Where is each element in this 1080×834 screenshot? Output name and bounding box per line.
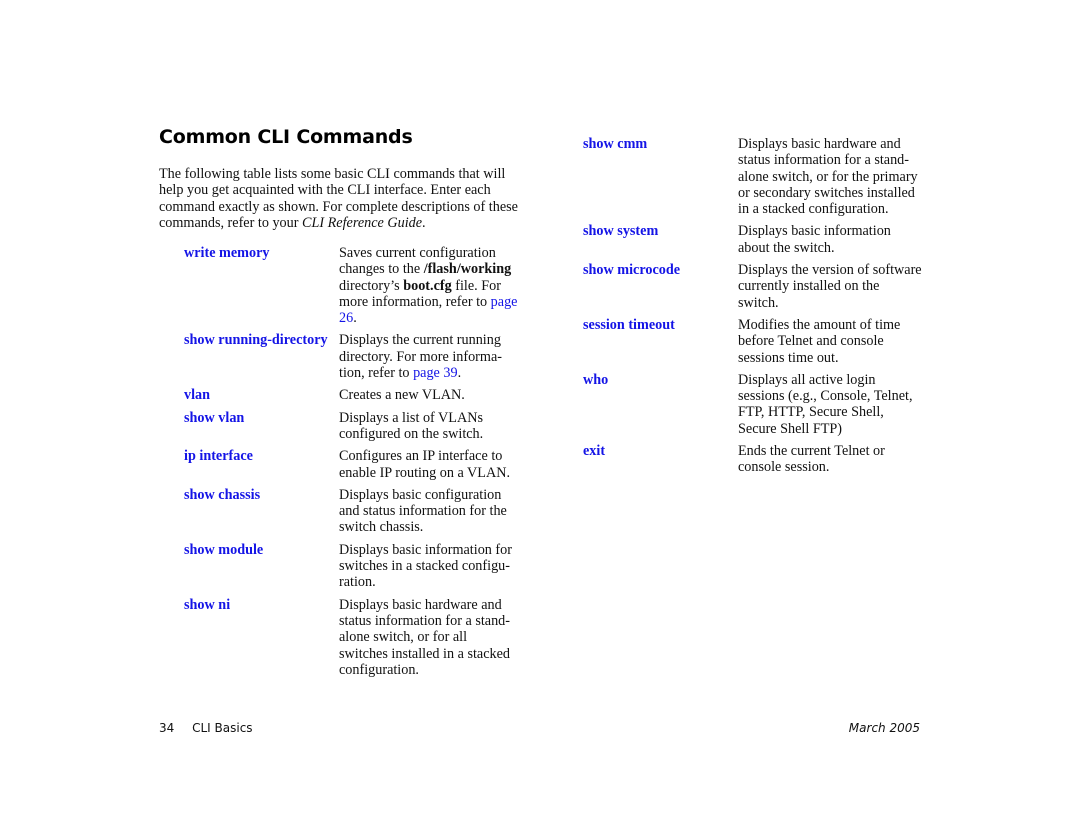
command-row: show cmm Displays basic hardware and stat… xyxy=(583,136,923,217)
command-name: write memory xyxy=(184,245,270,261)
command-row: show chassis Displays basic configuration… xyxy=(184,487,519,536)
command-list-left: write memory Saves current configuration … xyxy=(184,245,519,684)
command-row: show microcode Displays the version of so… xyxy=(583,262,923,311)
command-row: show ni Displays basic hardware and statu… xyxy=(184,597,519,678)
path-term: /flash/working xyxy=(423,261,512,278)
command-row: ip interface Configures an IP interface t… xyxy=(184,448,519,481)
command-description: Configures an IP interface to enable IP … xyxy=(339,448,511,481)
command-description: Displays the version of software current… xyxy=(738,262,922,311)
page-title: Common CLI Commands xyxy=(159,126,413,148)
command-name: vlan xyxy=(184,387,211,404)
command-row: exit Ends the current Telnet or console s… xyxy=(583,443,923,476)
command-row: show vlan Displays a list of VLANs config… xyxy=(184,410,519,443)
command-name: show ni xyxy=(184,596,231,613)
command-description: Displays the current running directory. … xyxy=(339,332,502,382)
footer-date: March 2005 xyxy=(848,721,920,735)
command-description: Displays basic configuration and status … xyxy=(339,486,507,536)
intro-end: . xyxy=(422,214,426,231)
command-name: who xyxy=(583,371,609,388)
command-name: show vlan xyxy=(184,409,245,426)
command-name: show chassis xyxy=(184,486,261,503)
command-name: show cmm xyxy=(583,136,648,152)
command-row: show system Displays basic information ab… xyxy=(583,223,923,256)
command-name: show module xyxy=(184,541,264,558)
command-description: Displays basic information about the swi… xyxy=(738,223,891,256)
command-description: Ends the current Telnet or console sessi… xyxy=(738,443,885,476)
command-description: Displays a list of VLANs configured on t… xyxy=(339,409,484,442)
section-name: CLI Basics xyxy=(192,721,253,735)
page-number: 34 xyxy=(159,721,175,735)
command-name: show microcode xyxy=(583,262,681,279)
command-name: exit xyxy=(583,443,606,460)
command-description: Displays all active login sessions (e.g.… xyxy=(738,371,913,437)
command-row: vlan Creates a new VLAN. xyxy=(184,387,519,403)
command-description: Modifies the amount of time before Telne… xyxy=(738,316,901,366)
command-row: show running-directory Displays the curre… xyxy=(184,332,519,381)
reference-guide-title: CLI Reference Guide xyxy=(302,214,423,231)
command-description: Creates a new VLAN. xyxy=(339,387,465,404)
command-description: Saves current configuration changes to t… xyxy=(339,245,518,327)
command-name: session timeout xyxy=(583,316,675,333)
command-row: show module Displays basic information fo… xyxy=(184,542,519,591)
intro-paragraph: The following table lists some basic CLI… xyxy=(159,166,519,231)
command-description: Displays basic information for switches … xyxy=(339,541,512,591)
command-description: Displays basic hardware and status infor… xyxy=(339,596,510,678)
page-link[interactable]: page 26 xyxy=(339,294,517,326)
command-row: session timeout Modifies the amount of ti… xyxy=(583,317,923,366)
command-name: show system xyxy=(583,223,659,240)
command-name: show running-directory xyxy=(184,332,328,349)
command-list-right: show cmm Displays basic hardware and stat… xyxy=(583,136,923,482)
command-description: Displays basic hardware and status infor… xyxy=(738,136,918,218)
command-row: write memory Saves current configuration … xyxy=(184,245,519,326)
path-term: boot.cfg xyxy=(403,277,452,294)
command-name: ip interface xyxy=(184,448,253,465)
page-link[interactable]: page 39 xyxy=(413,365,458,381)
command-row: who Displays all active login sessions (e… xyxy=(583,372,923,437)
footer-left: 34 CLI Basics xyxy=(159,721,253,735)
